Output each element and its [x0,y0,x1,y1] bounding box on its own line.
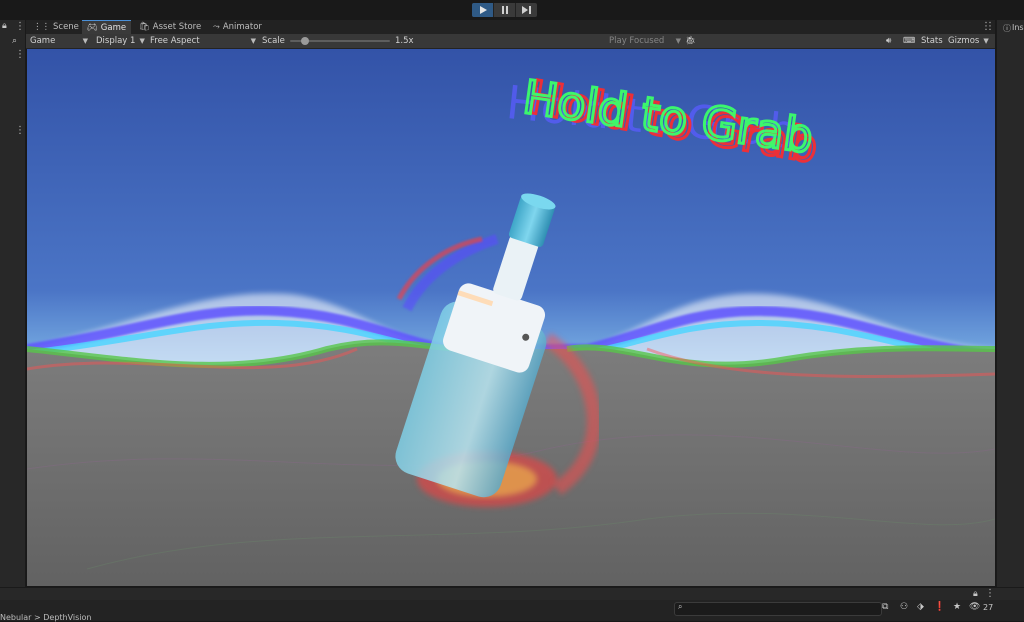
scene-icon: ⋮⋮ [33,22,50,32]
console-header: 🔒︎ ⋮ [0,587,1024,601]
display-dropdown[interactable]: Display 1 ▼ [96,34,145,48]
users-icon[interactable]: ⚇ [900,602,908,612]
chevron-down-icon: ▼ [139,37,145,45]
tag-icon[interactable]: ⬗ [917,602,924,612]
scale-label: Scale [262,36,285,46]
game-controller-icon: 🎮︎ [87,22,98,33]
tab-scene[interactable]: ⋮⋮ Scene [28,20,84,34]
search-icon: ⌕ [678,602,683,611]
store-bag-icon: 🛍︎ [139,22,150,32]
panel-menu-icon[interactable]: ⋮ [15,126,25,136]
scale-value: 1.5x [395,36,414,46]
search-icon[interactable]: ⌕ [12,36,17,46]
play-button[interactable] [472,3,494,17]
animator-icon: ⤳ [213,22,220,32]
chevron-down-icon: ▼ [250,37,256,45]
tab-animator[interactable]: ⤳ Animator [208,20,267,34]
step-icon [522,6,531,14]
warning-icon[interactable]: ❗ [934,602,945,612]
panel-menu-icon[interactable]: ⋮ [15,22,25,32]
chevron-down-icon: ▼ [983,37,989,45]
pause-icon [501,6,508,14]
view-mode-dropdown[interactable]: Game ▼ [30,34,88,48]
aspect-dropdown[interactable]: Free Aspect ▼ [150,34,256,48]
visibility-count: 27 [983,603,994,612]
play-focused-dropdown[interactable]: Play Focused ▼ [609,34,681,48]
bug-icon[interactable]: 🐞︎ [685,34,696,48]
game-toolbar: Game ▼ Display 1 ▼ Free Aspect ▼ Scale 1… [26,34,995,49]
hierarchy-panel: 🔒︎ ⋮ ⌕ ⋮ ⋮ [0,20,26,587]
keyboard-icon[interactable]: ⌨ [903,34,915,48]
panel-menu-icon[interactable]: ⋮ [15,50,25,60]
gizmos-dropdown[interactable]: Gizmos ▼ [948,34,989,48]
visibility-icon[interactable]: 👁︎ [969,602,980,612]
tab-strip: ⋮⋮ Scene 🎮︎ Game 🛍︎ Asset Store ⤳ Animat… [26,20,995,34]
filter-icon[interactable]: ⧉ [882,602,888,612]
panel-menu-icon[interactable]: ⋮ [985,22,995,32]
panel-menu-icon[interactable]: ⋮ [985,589,995,599]
tab-asset-store[interactable]: 🛍︎ Asset Store [134,20,206,34]
console-search-input[interactable]: ⌕ [674,602,882,616]
step-button[interactable] [516,3,537,17]
play-icon [479,6,487,14]
pause-button[interactable] [494,3,516,17]
chevron-down-icon: ▼ [675,37,681,45]
info-icon[interactable]: ⓘ [1003,23,1011,34]
game-viewport[interactable]: Hold to Grab Hold to Grab Hold to Grab [27,49,995,586]
play-controls [472,3,537,17]
chevron-down-icon: ▼ [82,37,88,45]
lock-icon[interactable]: 🔒︎ [973,589,978,599]
inspector-panel: ⋮ ⓘ Ins [985,20,1024,587]
tab-inspector[interactable]: Ins [1012,23,1024,32]
lock-icon[interactable]: 🔒︎ [2,21,7,31]
scale-slider-handle[interactable] [301,37,309,45]
stats-button[interactable]: Stats [921,34,943,48]
game-scene: Hold to Grab Hold to Grab Hold to Grab [27,49,995,586]
star-icon[interactable]: ★ [953,602,961,612]
speaker-icon[interactable]: 🔊︎ [886,34,891,48]
tab-game[interactable]: 🎮︎ Game [82,20,132,34]
